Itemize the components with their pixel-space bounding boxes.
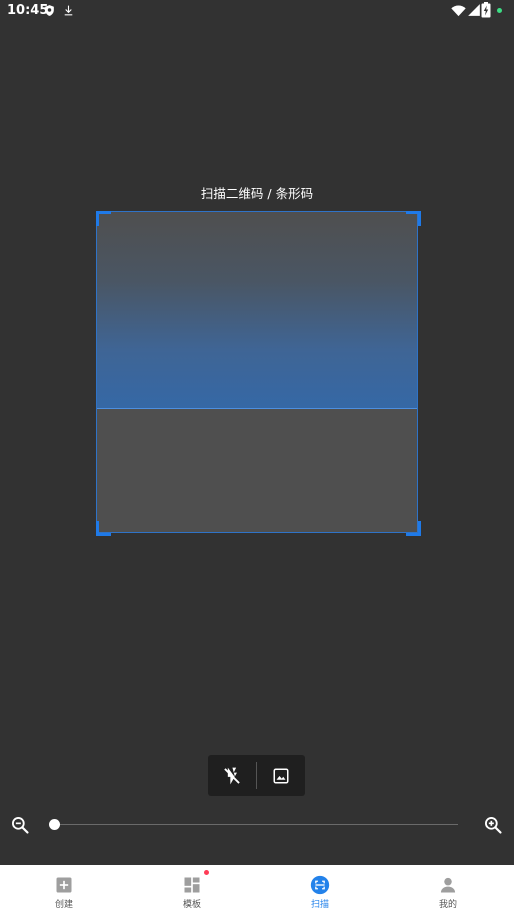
scan-corner-bottom-left [96,521,111,536]
nav-item-templates[interactable]: 模板 [128,865,256,914]
person-icon [440,877,456,893]
image-icon [273,768,289,783]
zoom-track[interactable] [54,824,458,825]
active-dot [497,8,502,13]
flash-toggle-button[interactable] [208,755,256,796]
scanner-toolbar [208,755,305,796]
scan-corner-top-right [406,211,421,226]
scan-corner-top-left [96,211,111,226]
scan-gradient [97,212,417,409]
nav-label-create: 创建 [54,900,73,910]
flash-off-icon [224,767,240,784]
nav-label-scan: 扫描 [310,900,329,910]
nav-label-templates: 模板 [182,900,201,910]
nav-item-profile[interactable]: 我的 [384,865,512,914]
zoom-slider-thumb[interactable] [49,819,60,830]
scan-frame [96,211,418,533]
scan-corner-bottom-right [406,521,421,536]
shield-icon [45,5,54,16]
gallery-button[interactable] [257,755,305,796]
zoom-in-icon[interactable] [483,815,503,835]
download-icon [64,5,73,16]
battery-icon [481,2,491,18]
wifi-icon [451,5,466,17]
nav-item-scan[interactable]: 扫描 [256,865,384,914]
bottom-navigation: 创建 模板 扫描 我的 [0,865,514,914]
status-bar: 10:45 [0,0,514,22]
nav-item-create[interactable]: 创建 [0,865,128,914]
zoom-out-icon[interactable] [10,815,30,835]
dashboard-icon [184,877,200,893]
scan-line [97,408,417,409]
scan-title: 扫描二维码 / 条形码 [200,186,314,201]
add-box-icon [56,877,72,893]
templates-badge-dot [204,870,209,875]
scan-icon [310,875,330,895]
nav-label-profile: 我的 [438,900,457,910]
signal-icon [468,4,480,16]
zoom-control [0,812,514,838]
